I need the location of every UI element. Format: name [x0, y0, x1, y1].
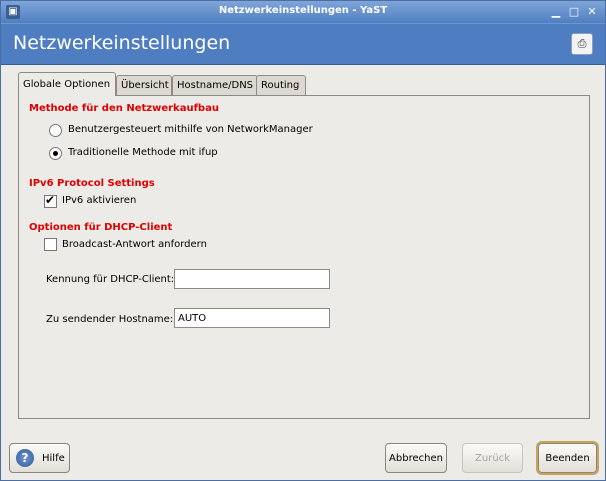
help-browser-icon[interactable]: ⎙ [571, 33, 593, 55]
help-button-label: Hilfe [42, 453, 65, 464]
tab-panel: Methode für den Netzwerkaufbau Benutzerg… [18, 95, 590, 419]
broadcast-checkbox-label[interactable]: Broadcast-Antwort anfordern [62, 239, 207, 250]
page-header: Netzwerkeinstellungen ⎙ [1, 23, 605, 65]
radio-networkmanager[interactable] [49, 124, 62, 137]
dhcp-client-id-field[interactable] [174, 269, 330, 289]
radio-networkmanager-label[interactable]: Benutzergesteuert mithilfe von NetworkMa… [68, 124, 313, 135]
close-icon[interactable]: ✕ [585, 5, 599, 19]
yast-window: ▣ Netzwerkeinstellungen - YaST ▁ □ ✕ Net… [0, 0, 606, 481]
hostname-to-send-field[interactable] [174, 308, 330, 328]
maximize-icon[interactable]: □ [567, 5, 581, 19]
radio-ifup[interactable] [49, 147, 62, 160]
section-heading-dhcp: Optionen für DHCP-Client [29, 222, 173, 233]
finish-button[interactable]: Beenden [538, 443, 597, 473]
tab-hostname-dns[interactable]: Hostname/DNS [172, 75, 258, 95]
window-title: Netzwerkeinstellungen - YaST [218, 5, 388, 16]
ipv6-checkbox[interactable]: ✔ [44, 193, 57, 208]
tab-uebersicht[interactable]: Übersicht [116, 75, 172, 95]
hostname-to-send-label: Zu sendender Hostname: [46, 314, 174, 325]
back-button[interactable]: Zurück [462, 443, 523, 473]
tab-routing[interactable]: Routing [256, 75, 306, 95]
section-heading-network-method: Methode für den Netzwerkaufbau [29, 103, 219, 114]
broadcast-checkbox[interactable] [44, 238, 57, 251]
help-icon: ? [16, 449, 34, 467]
title-bar[interactable]: ▣ Netzwerkeinstellungen - YaST ▁ □ ✕ [1, 1, 605, 23]
checkmark-icon: ✔ [45, 193, 56, 207]
section-heading-ipv6: IPv6 Protocol Settings [29, 178, 155, 189]
page-title: Netzwerkeinstellungen [13, 32, 231, 54]
dhcp-client-id-label: Kennung für DHCP-Client: [46, 274, 175, 285]
help-button[interactable]: ? Hilfe [9, 443, 70, 473]
ipv6-checkbox-label[interactable]: IPv6 aktivieren [62, 195, 136, 206]
radio-ifup-label[interactable]: Traditionelle Methode mit ifup [68, 147, 218, 158]
tab-globale-optionen[interactable]: Globale Optionen [18, 72, 116, 96]
minimize-icon[interactable]: ▁ [549, 5, 563, 19]
cancel-button[interactable]: Abbrechen [385, 443, 447, 473]
